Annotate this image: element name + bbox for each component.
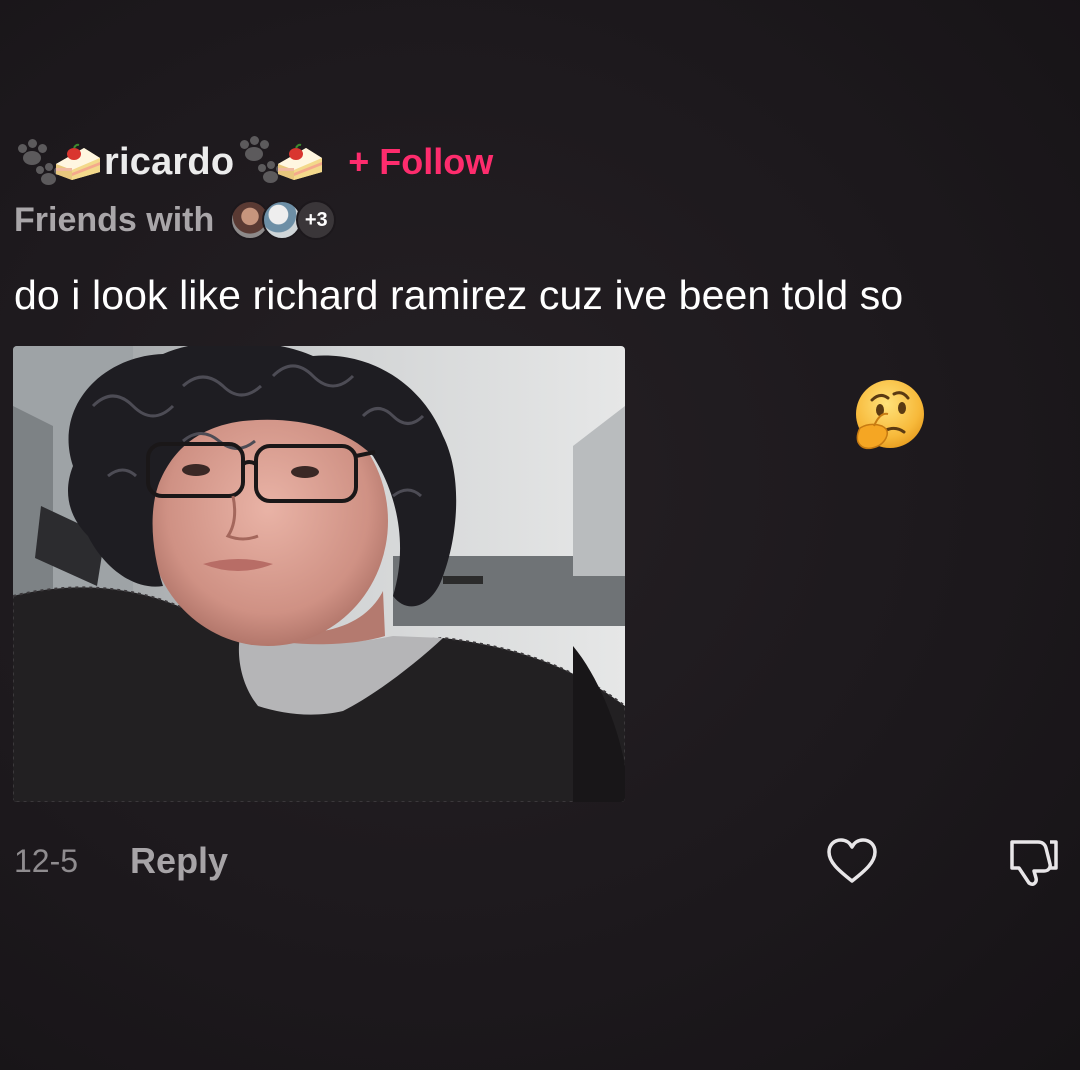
reply-button[interactable]: Reply: [130, 840, 228, 882]
comment-username[interactable]: ricardo: [104, 141, 234, 184]
comment-footer: 12-5 Reply: [14, 836, 228, 886]
comment-header: ricardo + Follow: [14, 130, 493, 194]
more-friends-count: +3: [296, 200, 337, 240]
follow-button[interactable]: + Follow: [348, 141, 493, 183]
dislike-button[interactable]: [1004, 834, 1062, 886]
mutual-friends-avatars[interactable]: +3: [230, 200, 337, 240]
comment-photo[interactable]: [13, 346, 625, 802]
thumbs-down-outline-icon: [1010, 840, 1058, 886]
friends-with-row: Friends with +3: [14, 196, 337, 244]
like-button[interactable]: [824, 836, 880, 886]
thinking-face-emoji: [852, 378, 926, 452]
heart-outline-icon: [827, 838, 877, 883]
cake-icon: [276, 142, 324, 182]
cake-icon: [54, 142, 102, 182]
comment-date: 12-5: [14, 842, 79, 879]
comment-text: do i look like richard ramirez cuz ive b…: [14, 272, 904, 318]
friends-with-label: Friends with: [14, 200, 215, 239]
